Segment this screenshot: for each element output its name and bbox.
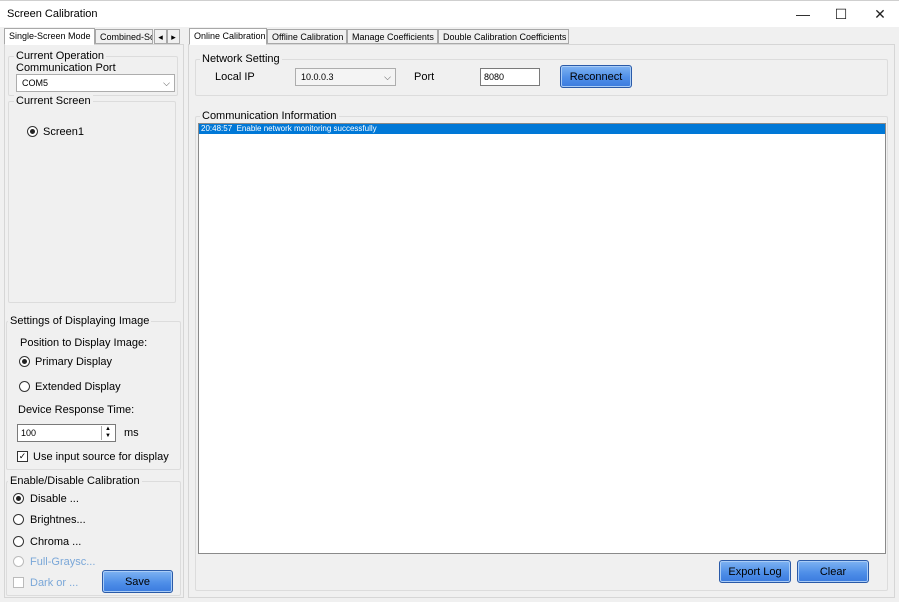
clear-button[interactable]: Clear (797, 560, 869, 583)
communication-port-select[interactable]: COM5 ⌵ (16, 74, 175, 92)
local-ip-value: 10.0.0.3 (301, 72, 334, 82)
use-input-checkbox[interactable]: ✓ (17, 451, 28, 462)
tab-manage-coefficients[interactable]: Manage Coefficients (347, 29, 438, 44)
tab-scroll-right-icon[interactable]: ▸ (167, 29, 180, 44)
extended-display-radio[interactable] (19, 381, 30, 392)
full-grayscale-radio (13, 556, 24, 567)
response-time-label: Device Response Time: (18, 404, 135, 416)
response-time-input[interactable]: 100 ▲ ▼ (17, 424, 116, 442)
screen1-radio[interactable] (27, 126, 38, 137)
brightness-radio[interactable] (13, 514, 24, 525)
dark-checkbox (13, 577, 24, 588)
tab-scroll-left-icon[interactable]: ◂ (154, 29, 167, 44)
tab-online-calibration[interactable]: Online Calibration (189, 28, 267, 45)
disable-radio[interactable] (13, 493, 24, 504)
position-label: Position to Display Image: (20, 337, 148, 349)
use-input-label[interactable]: Use input source for display (33, 451, 169, 463)
brightness-label[interactable]: Brightnes... (30, 514, 86, 526)
extended-display-label[interactable]: Extended Display (35, 381, 121, 393)
communication-log-list[interactable]: 20:48:57 Enable network monitoring succe… (198, 123, 886, 554)
close-icon[interactable]: ✕ (857, 1, 899, 27)
communication-legend: Communication Information (200, 110, 339, 122)
tab-double-calibration-coefficients[interactable]: Double Calibration Coefficients (438, 29, 569, 44)
chroma-label[interactable]: Chroma ... (30, 536, 81, 548)
chevron-down-icon: ⌵ (384, 72, 391, 82)
display-settings-legend: Settings of Displaying Image (8, 315, 152, 327)
reconnect-button[interactable]: Reconnect (560, 65, 632, 88)
network-setting-legend: Network Setting (200, 53, 282, 65)
tab-offline-calibration[interactable]: Offline Calibration (267, 29, 347, 44)
local-ip-select[interactable]: 10.0.0.3 ⌵ (295, 68, 396, 86)
calibration-legend: Enable/Disable Calibration (8, 475, 142, 487)
tab-single-screen-mode[interactable]: Single-Screen Mode (4, 28, 95, 45)
current-screen-legend: Current Screen (14, 95, 93, 107)
dark-label: Dark or ... (30, 577, 79, 589)
tab-combined-screen[interactable]: Combined-Sc (95, 29, 153, 44)
chevron-down-icon: ⌵ (163, 78, 170, 88)
full-grayscale-label: Full-Graysc... (30, 556, 96, 568)
disable-label[interactable]: Disable ... (30, 493, 79, 505)
spinner-icon[interactable]: ▲ ▼ (101, 426, 114, 440)
save-button[interactable]: Save (102, 570, 173, 593)
current-operation-legend: Current Operation (14, 50, 107, 62)
response-time-value: 100 (21, 428, 37, 438)
primary-display-radio[interactable] (19, 356, 30, 367)
port-label: Port (414, 71, 435, 83)
communication-port-label: Communication Port (16, 62, 116, 74)
log-message: Enable network monitoring successfully (236, 124, 377, 133)
export-log-button[interactable]: Export Log (719, 560, 791, 583)
chroma-radio[interactable] (13, 536, 24, 547)
log-row[interactable]: 20:48:57 Enable network monitoring succe… (199, 124, 885, 134)
local-ip-label: Local IP (215, 71, 255, 83)
screen1-label[interactable]: Screen1 (43, 126, 84, 138)
log-time: 20:48:57 (201, 124, 233, 133)
title-bar: Screen Calibration — ☐ ✕ (0, 0, 899, 27)
window-title: Screen Calibration (7, 8, 98, 20)
primary-display-label[interactable]: Primary Display (35, 356, 112, 368)
port-input[interactable]: 8080 (480, 68, 540, 86)
response-time-unit: ms (124, 427, 139, 439)
communication-port-value: COM5 (22, 78, 49, 88)
